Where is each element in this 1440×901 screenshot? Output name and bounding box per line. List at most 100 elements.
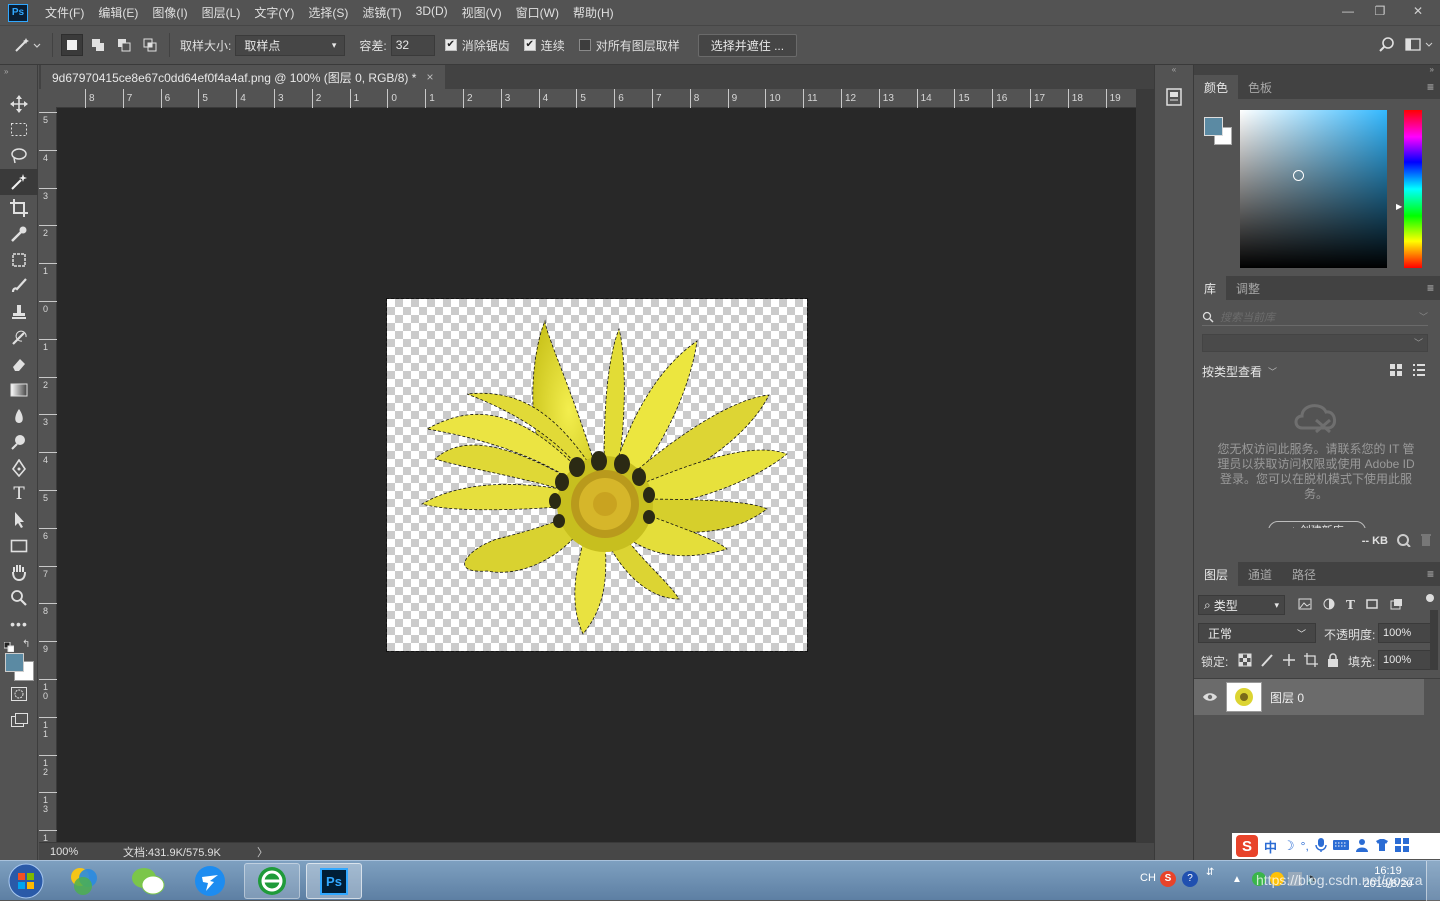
properties-panel-icon[interactable] [1155, 87, 1193, 107]
list-view-icon[interactable] [1412, 363, 1426, 380]
menu-item[interactable]: 滤镜(T) [355, 4, 408, 21]
color-picker-cursor[interactable] [1293, 170, 1304, 181]
magic-wand-preset-icon[interactable] [10, 34, 44, 56]
hue-slider[interactable] [1404, 110, 1422, 268]
sample-size-select[interactable]: 取样点 ▾ [235, 34, 346, 56]
collapse-icon[interactable]: » [0, 65, 37, 91]
help-icon[interactable]: ? [1182, 871, 1198, 887]
ime-chinese-mode[interactable]: 中 [1264, 837, 1277, 856]
panel-menu-icon[interactable]: ≡ [1427, 567, 1434, 581]
select-and-mask-button[interactable]: 选择并遮住 ... [697, 33, 798, 57]
lock-pixels-icon[interactable] [1260, 653, 1274, 670]
workspace-icon[interactable] [1400, 38, 1440, 52]
show-hidden-icons[interactable]: ▲ [1232, 874, 1242, 885]
layer-thumbnail[interactable] [1226, 682, 1262, 712]
shape-filter-icon[interactable] [1365, 598, 1379, 613]
trash-icon[interactable] [1420, 533, 1432, 550]
layer-row[interactable]: 图层 0 [1194, 679, 1424, 715]
start-button[interactable] [0, 863, 52, 899]
sync-icon[interactable] [1396, 533, 1412, 550]
image-canvas[interactable] [386, 298, 808, 652]
quick-mask-icon[interactable] [0, 681, 38, 707]
vertical-scrollbar[interactable] [1136, 89, 1154, 842]
eraser-tool-icon[interactable] [0, 351, 38, 377]
lock-transparency-icon[interactable] [1238, 653, 1252, 670]
filter-toggle[interactable] [1426, 594, 1434, 602]
skin-icon[interactable] [1375, 838, 1389, 855]
marquee-tool-icon[interactable] [0, 117, 38, 143]
menu-item[interactable]: 图像(I) [145, 4, 194, 21]
adjustment-filter-icon[interactable] [1322, 598, 1336, 613]
visibility-eye-icon[interactable] [1194, 692, 1226, 702]
foreground-color-swatch[interactable] [5, 653, 24, 672]
ruler-origin[interactable] [39, 89, 56, 108]
panel-menu-icon[interactable]: ≡ [1427, 80, 1434, 94]
foreground-color-chip[interactable] [1204, 117, 1223, 136]
toolbox-icon[interactable] [1394, 837, 1409, 855]
view-by-type[interactable]: 按类型查看 ﹀ [1202, 363, 1277, 380]
document-info[interactable]: 文档:431.9K/575.9K [117, 844, 257, 860]
horizontal-ruler[interactable]: 8 7 6 5 4 3 2 1 0 1 2 3 4 5 6 7 8 9 10 11 12 13 14 15 16 17 18 19 [56, 89, 1136, 108]
search-icon[interactable] [1374, 37, 1400, 53]
lasso-tool-icon[interactable] [0, 143, 38, 169]
zoom-level[interactable]: 100% [39, 846, 117, 858]
layer-filter-select[interactable]: ⌕ 类型 ▾ [1198, 595, 1285, 615]
pen-tool-icon[interactable] [0, 455, 38, 481]
ime-halfwidth-icon[interactable]: ☽ [1283, 838, 1295, 854]
magic-wand-tool-icon[interactable] [0, 169, 38, 195]
default-colors-icon[interactable] [3, 641, 15, 653]
gradient-tool-icon[interactable] [0, 377, 38, 403]
document-tab[interactable]: 9d67970415ce8e67c0dd64ef0f4a4af.png @ 10… [41, 65, 445, 89]
blur-tool-icon[interactable] [0, 403, 38, 429]
blend-mode-select[interactable]: 正常 ﹀ [1198, 623, 1316, 643]
add-to-selection-icon[interactable] [87, 34, 109, 56]
ime-punctuation-icon[interactable]: °, [1301, 839, 1309, 853]
sample-all-layers-checkbox[interactable] [578, 39, 591, 51]
collapse-icon[interactable]: » [1194, 65, 1440, 75]
history-brush-tool-icon[interactable] [0, 325, 38, 351]
smart-object-filter-icon[interactable] [1389, 598, 1403, 613]
hue-slider-marker[interactable]: ▶ [1396, 202, 1402, 211]
clone-stamp-tool-icon[interactable] [0, 299, 38, 325]
fill-input[interactable]: 100% [1378, 650, 1436, 670]
rectangle-tool-icon[interactable] [0, 533, 38, 559]
opacity-input[interactable]: 100% [1378, 623, 1436, 643]
user-icon[interactable] [1355, 838, 1369, 855]
vertical-ruler[interactable]: 5432101234567891 01 11 21 31 [39, 108, 57, 843]
close-tab-icon[interactable]: × [426, 70, 433, 84]
path-selection-tool-icon[interactable] [0, 507, 38, 533]
tab-paths[interactable]: 路径 [1282, 562, 1326, 586]
clock[interactable]: 16:19 2019/8/20 [1358, 865, 1418, 891]
layer-name[interactable]: 图层 0 [1270, 689, 1304, 706]
menu-item[interactable]: 视图(V) [455, 4, 509, 21]
menu-item[interactable]: 窗口(W) [509, 4, 566, 21]
tab-layers[interactable]: 图层 [1194, 562, 1239, 586]
move-tool-icon[interactable] [0, 91, 38, 117]
app-360-icon[interactable] [56, 863, 112, 899]
sogou-ime-icon[interactable]: S [1236, 835, 1258, 857]
tab-adjustments[interactable]: 调整 [1226, 276, 1270, 300]
contiguous-checkbox[interactable]: ✔ [523, 39, 536, 51]
status-menu-arrow[interactable]: 〉 [257, 844, 268, 860]
new-selection-icon[interactable] [61, 34, 83, 56]
grid-view-icon[interactable] [1389, 363, 1403, 380]
menu-item[interactable]: 帮助(H) [566, 4, 621, 21]
subtract-from-selection-icon[interactable] [113, 34, 135, 56]
tray-expand-icon[interactable]: ⇵ [1206, 867, 1214, 878]
dodge-tool-icon[interactable] [0, 429, 38, 455]
eyedropper-tool-icon[interactable] [0, 221, 38, 247]
minimize-button[interactable]: — [1332, 0, 1364, 22]
dingtalk-icon[interactable] [182, 863, 238, 899]
tab-channels[interactable]: 通道 [1238, 562, 1282, 586]
frame-tool-icon[interactable] [0, 247, 38, 273]
collapse-icon[interactable]: « [1155, 65, 1193, 75]
library-select[interactable]: ﹀ [1202, 334, 1428, 352]
photoshop-taskbar-icon[interactable]: Ps [306, 863, 362, 899]
panel-menu-icon[interactable]: ≡ [1427, 281, 1434, 295]
menu-item[interactable]: 编辑(E) [91, 4, 145, 21]
wechat-icon[interactable] [120, 863, 176, 899]
hand-tool-icon[interactable] [0, 559, 38, 585]
sogou-tray-icon[interactable]: S [1160, 871, 1176, 887]
menu-item[interactable]: 选择(S) [301, 4, 355, 21]
menu-item[interactable]: 图层(L) [195, 4, 248, 21]
